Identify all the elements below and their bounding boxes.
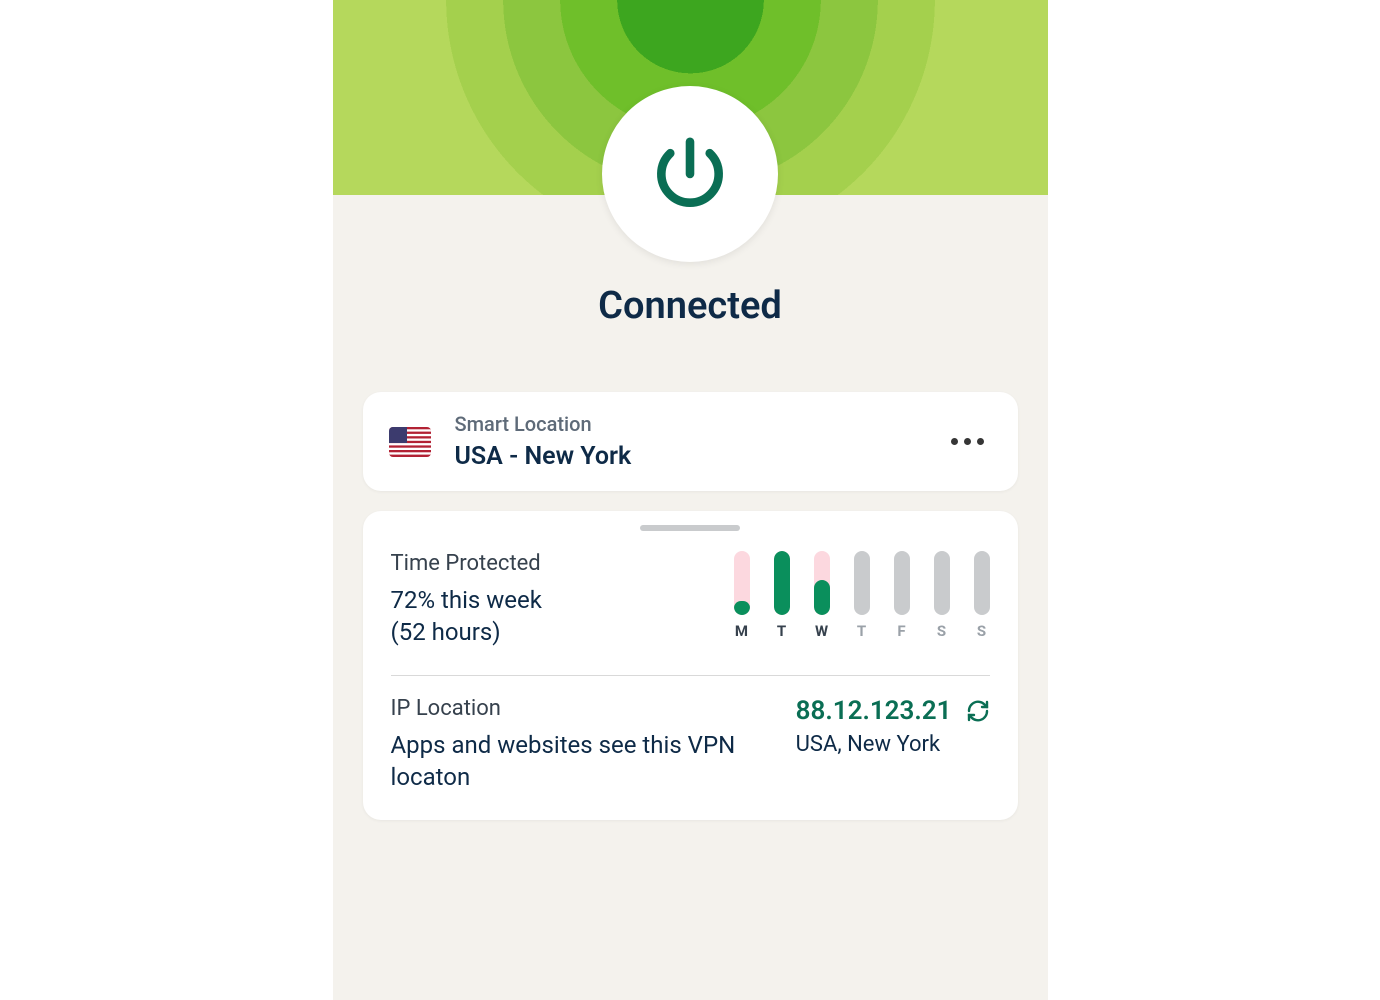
ip-location-description: Apps and websites see this VPN locaton [391, 729, 776, 794]
day-column: W [814, 551, 830, 640]
day-label: T [777, 622, 786, 640]
more-icon [951, 438, 958, 445]
day-column: T [774, 551, 790, 640]
ip-address-row: 88.12.123.21 [796, 696, 990, 726]
stats-card: Time Protected 72% this week (52 hours) … [363, 511, 1018, 820]
bar-track [734, 551, 750, 615]
more-icon [977, 438, 984, 445]
bar-fill [734, 601, 750, 615]
divider [391, 675, 990, 676]
bar-fill [774, 551, 790, 615]
time-protected-title: Time Protected [391, 551, 542, 576]
vpn-app-window: Connected Smart Location USA - New York [333, 0, 1048, 1000]
day-column: S [974, 551, 990, 640]
bar-track [854, 551, 870, 615]
day-label: W [815, 622, 828, 640]
power-icon [647, 131, 733, 217]
location-card[interactable]: Smart Location USA - New York [363, 392, 1018, 491]
more-options-button[interactable] [943, 430, 992, 453]
ip-location-value-block: 88.12.123.21 USA, New York [796, 696, 990, 757]
location-text: Smart Location USA - New York [455, 412, 943, 471]
day-column: F [894, 551, 910, 640]
more-icon [964, 438, 971, 445]
bar-track [894, 551, 910, 615]
day-label: S [977, 622, 986, 640]
drag-handle[interactable] [640, 525, 740, 531]
time-protected-text: Time Protected 72% this week (52 hours) [391, 551, 542, 649]
day-label: T [857, 622, 866, 640]
weekly-chart: MTWTFSS [734, 551, 990, 640]
day-column: S [934, 551, 950, 640]
bar-track [934, 551, 950, 615]
location-label: Smart Location [455, 412, 943, 436]
day-column: T [854, 551, 870, 640]
ip-location-text: IP Location Apps and websites see this V… [391, 696, 776, 794]
time-protected-value: 72% this week (52 hours) [391, 584, 542, 649]
ip-location-section: IP Location Apps and websites see this V… [391, 696, 990, 794]
bar-track [814, 551, 830, 615]
bar-track [774, 551, 790, 615]
refresh-icon[interactable] [966, 699, 990, 723]
bar-fill [814, 580, 830, 615]
location-value: USA - New York [455, 442, 943, 471]
power-button[interactable] [602, 86, 778, 262]
day-label: M [735, 622, 748, 640]
ip-address: 88.12.123.21 [796, 696, 952, 726]
ip-location-location: USA, New York [796, 732, 990, 757]
bar-track [974, 551, 990, 615]
connection-status: Connected [333, 284, 1048, 328]
time-protected-section: Time Protected 72% this week (52 hours) … [391, 551, 990, 649]
ip-location-title: IP Location [391, 696, 776, 721]
usa-flag-icon [389, 427, 431, 457]
day-label: F [897, 622, 905, 640]
day-column: M [734, 551, 750, 640]
day-label: S [937, 622, 946, 640]
